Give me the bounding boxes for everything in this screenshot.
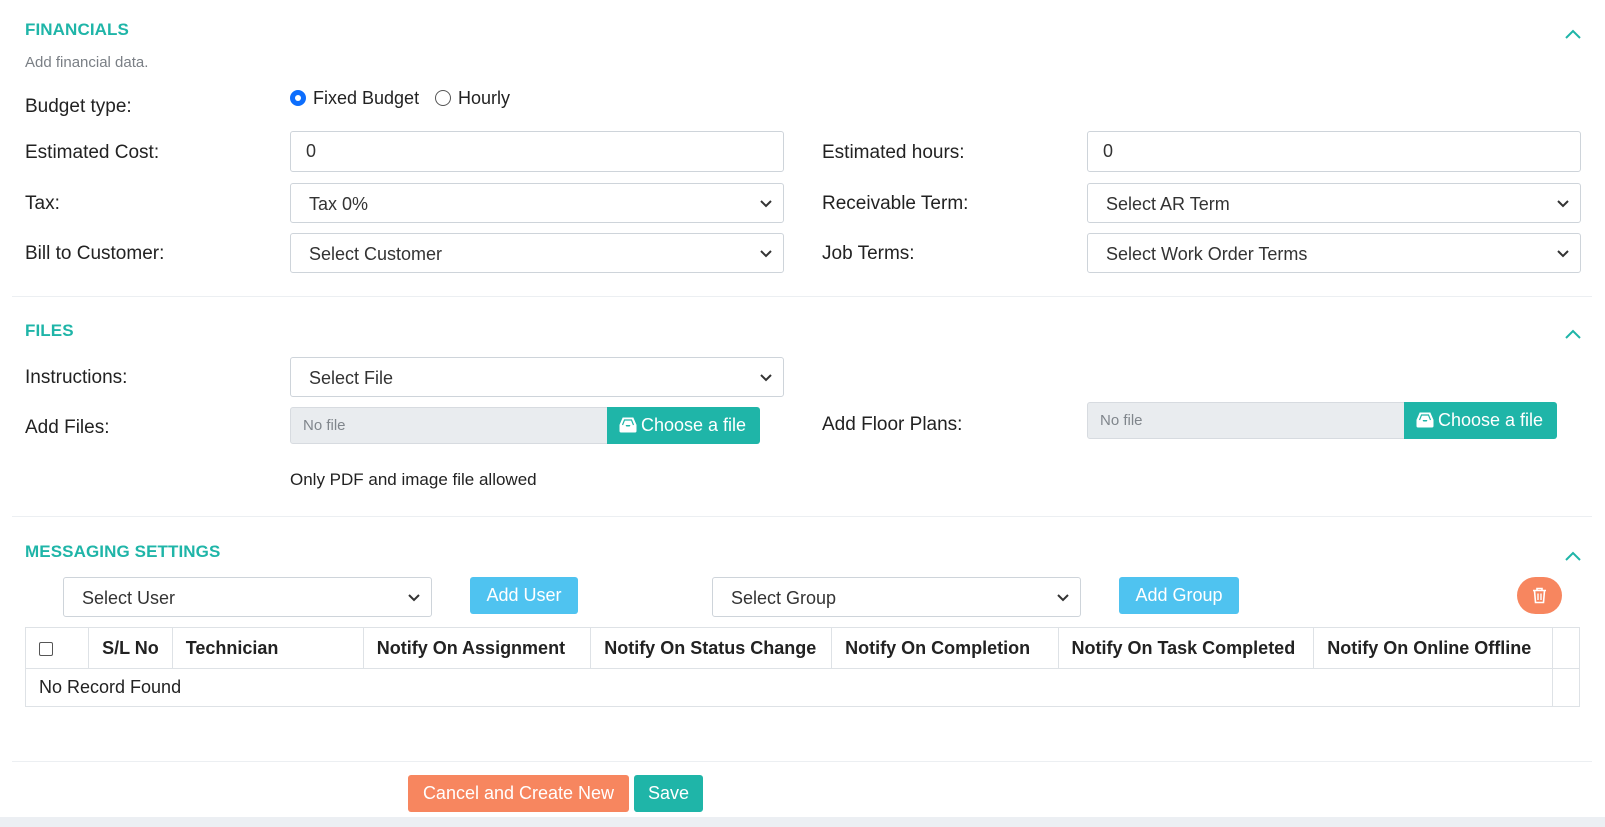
add-files-label: Add Files: bbox=[25, 417, 110, 438]
chevron-down-icon bbox=[1057, 594, 1069, 602]
job-terms-select-value: Select Work Order Terms bbox=[1106, 244, 1308, 264]
footer-strip bbox=[0, 817, 1605, 827]
inbox-tray-icon bbox=[1416, 412, 1434, 428]
job-terms-label: Job Terms: bbox=[822, 243, 915, 264]
chevron-down-icon bbox=[760, 250, 772, 258]
add-files-choose-button[interactable]: Choose a file bbox=[607, 407, 760, 444]
table-header-row: S/L No Technician Notify On Assignment N… bbox=[24, 627, 1580, 669]
empty-message: No Record Found bbox=[25, 668, 1553, 707]
inbox-tray-icon bbox=[619, 417, 637, 433]
floor-plans-choose-button[interactable]: Choose a file bbox=[1404, 402, 1557, 439]
section-divider bbox=[12, 516, 1592, 517]
fixed-budget-radio[interactable] bbox=[290, 90, 306, 106]
select-user-value: Select User bbox=[82, 588, 176, 608]
column-header: Notify On Online Offline bbox=[1313, 627, 1553, 669]
estimated-cost-label: Estimated Cost: bbox=[25, 142, 160, 163]
section-divider bbox=[12, 296, 1592, 297]
estimated-hours-input[interactable] bbox=[1087, 131, 1581, 172]
add-floor-plans-label: Add Floor Plans: bbox=[822, 414, 963, 435]
tax-select[interactable]: Tax 0% bbox=[290, 183, 784, 223]
chevron-down-icon bbox=[1557, 250, 1569, 258]
floor-plans-choose-label: Choose a file bbox=[1438, 410, 1544, 430]
tax-select-value: Tax 0% bbox=[309, 194, 369, 214]
column-header: Technician bbox=[171, 627, 364, 669]
financials-title: FINANCIALS bbox=[25, 20, 129, 39]
hourly-label[interactable]: Hourly bbox=[458, 88, 510, 109]
floor-plans-display[interactable]: No file bbox=[1087, 402, 1405, 439]
tax-label: Tax: bbox=[25, 193, 60, 214]
trash-icon bbox=[1533, 587, 1546, 604]
receivable-term-select[interactable]: Select AR Term bbox=[1087, 183, 1581, 223]
estimated-cost-input[interactable] bbox=[290, 131, 784, 172]
select-user-dropdown[interactable]: Select User bbox=[63, 577, 432, 617]
column-header-spacer bbox=[1552, 627, 1580, 669]
column-header: Notify On Assignment bbox=[362, 627, 592, 669]
hourly-radio[interactable] bbox=[435, 90, 451, 106]
table-row: No Record Found bbox=[25, 668, 1580, 707]
cancel-and-create-new-button[interactable]: Cancel and Create New bbox=[408, 775, 629, 812]
files-title: FILES bbox=[25, 321, 74, 340]
receivable-term-select-value: Select AR Term bbox=[1106, 194, 1230, 214]
empty-cell bbox=[1552, 668, 1580, 707]
chevron-up-icon[interactable] bbox=[1562, 24, 1584, 46]
delete-button[interactable] bbox=[1517, 577, 1562, 614]
select-group-value: Select Group bbox=[731, 588, 837, 608]
instructions-select[interactable]: Select File bbox=[290, 357, 784, 397]
bill-to-customer-select[interactable]: Select Customer bbox=[290, 233, 784, 273]
chevron-down-icon bbox=[760, 200, 772, 208]
messaging-table: S/L No Technician Notify On Assignment N… bbox=[24, 627, 1580, 707]
instructions-label: Instructions: bbox=[25, 367, 128, 388]
column-header: Notify On Task Completed bbox=[1057, 627, 1315, 669]
financials-subtitle: Add financial data. bbox=[25, 54, 149, 71]
chevron-up-icon[interactable] bbox=[1562, 546, 1584, 568]
bill-to-customer-label: Bill to Customer: bbox=[25, 243, 165, 264]
file-type-hint: Only PDF and image file allowed bbox=[290, 470, 537, 489]
chevron-down-icon bbox=[1557, 200, 1569, 208]
add-group-button[interactable]: Add Group bbox=[1119, 577, 1239, 614]
estimated-hours-label: Estimated hours: bbox=[822, 142, 965, 163]
section-divider bbox=[12, 761, 1592, 762]
job-terms-select[interactable]: Select Work Order Terms bbox=[1087, 233, 1581, 273]
chevron-down-icon bbox=[408, 594, 420, 602]
instructions-select-value: Select File bbox=[309, 368, 394, 388]
add-user-button[interactable]: Add User bbox=[470, 577, 578, 614]
receivable-term-label: Receivable Term: bbox=[822, 193, 969, 214]
save-button[interactable]: Save bbox=[634, 775, 703, 812]
add-files-choose-label: Choose a file bbox=[641, 415, 747, 435]
bill-to-customer-select-value: Select Customer bbox=[309, 244, 443, 264]
page: FINANCIALS Add financial data. Budget ty… bbox=[0, 0, 1605, 827]
select-all-header bbox=[24, 627, 90, 669]
chevron-down-icon bbox=[760, 374, 772, 382]
column-header: Notify On Completion bbox=[831, 627, 1059, 669]
select-all-checkbox[interactable] bbox=[39, 641, 53, 656]
messaging-settings-title: MESSAGING SETTINGS bbox=[25, 542, 221, 561]
budget-type-label: Budget type: bbox=[25, 96, 132, 117]
fixed-budget-label[interactable]: Fixed Budget bbox=[313, 88, 419, 109]
chevron-up-icon[interactable] bbox=[1562, 324, 1584, 346]
add-files-display[interactable]: No file bbox=[290, 407, 608, 444]
column-header: S/L No bbox=[88, 627, 173, 669]
select-group-dropdown[interactable]: Select Group bbox=[712, 577, 1081, 617]
column-header: Notify On Status Change bbox=[590, 627, 833, 669]
